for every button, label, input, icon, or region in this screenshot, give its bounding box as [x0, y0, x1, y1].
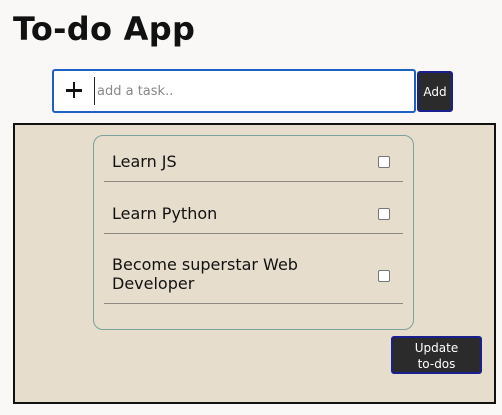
todo-item-checkbox[interactable]	[378, 208, 390, 220]
task-input[interactable]	[94, 77, 407, 105]
todo-item-checkbox[interactable]	[378, 156, 390, 168]
add-button[interactable]: Add	[417, 71, 453, 112]
todo-item-checkbox[interactable]	[378, 270, 390, 282]
todo-list: Learn JS Learn Python Become superstar W…	[93, 135, 414, 330]
todo-panel: Learn JS Learn Python Become superstar W…	[13, 123, 496, 404]
todo-item-text: Learn JS	[112, 152, 177, 171]
plus-icon	[62, 80, 86, 102]
todo-item-text: Become superstar Web Developer	[112, 255, 298, 293]
task-input-box[interactable]	[52, 69, 416, 113]
todo-item: Become superstar Web Developer	[104, 246, 403, 304]
update-todos-button[interactable]: Update to-dos	[391, 336, 482, 374]
todo-item-text: Learn Python	[112, 204, 218, 223]
app-title: To-do App	[13, 10, 196, 48]
todo-item: Learn JS	[104, 142, 403, 182]
todo-item: Learn Python	[104, 194, 403, 234]
